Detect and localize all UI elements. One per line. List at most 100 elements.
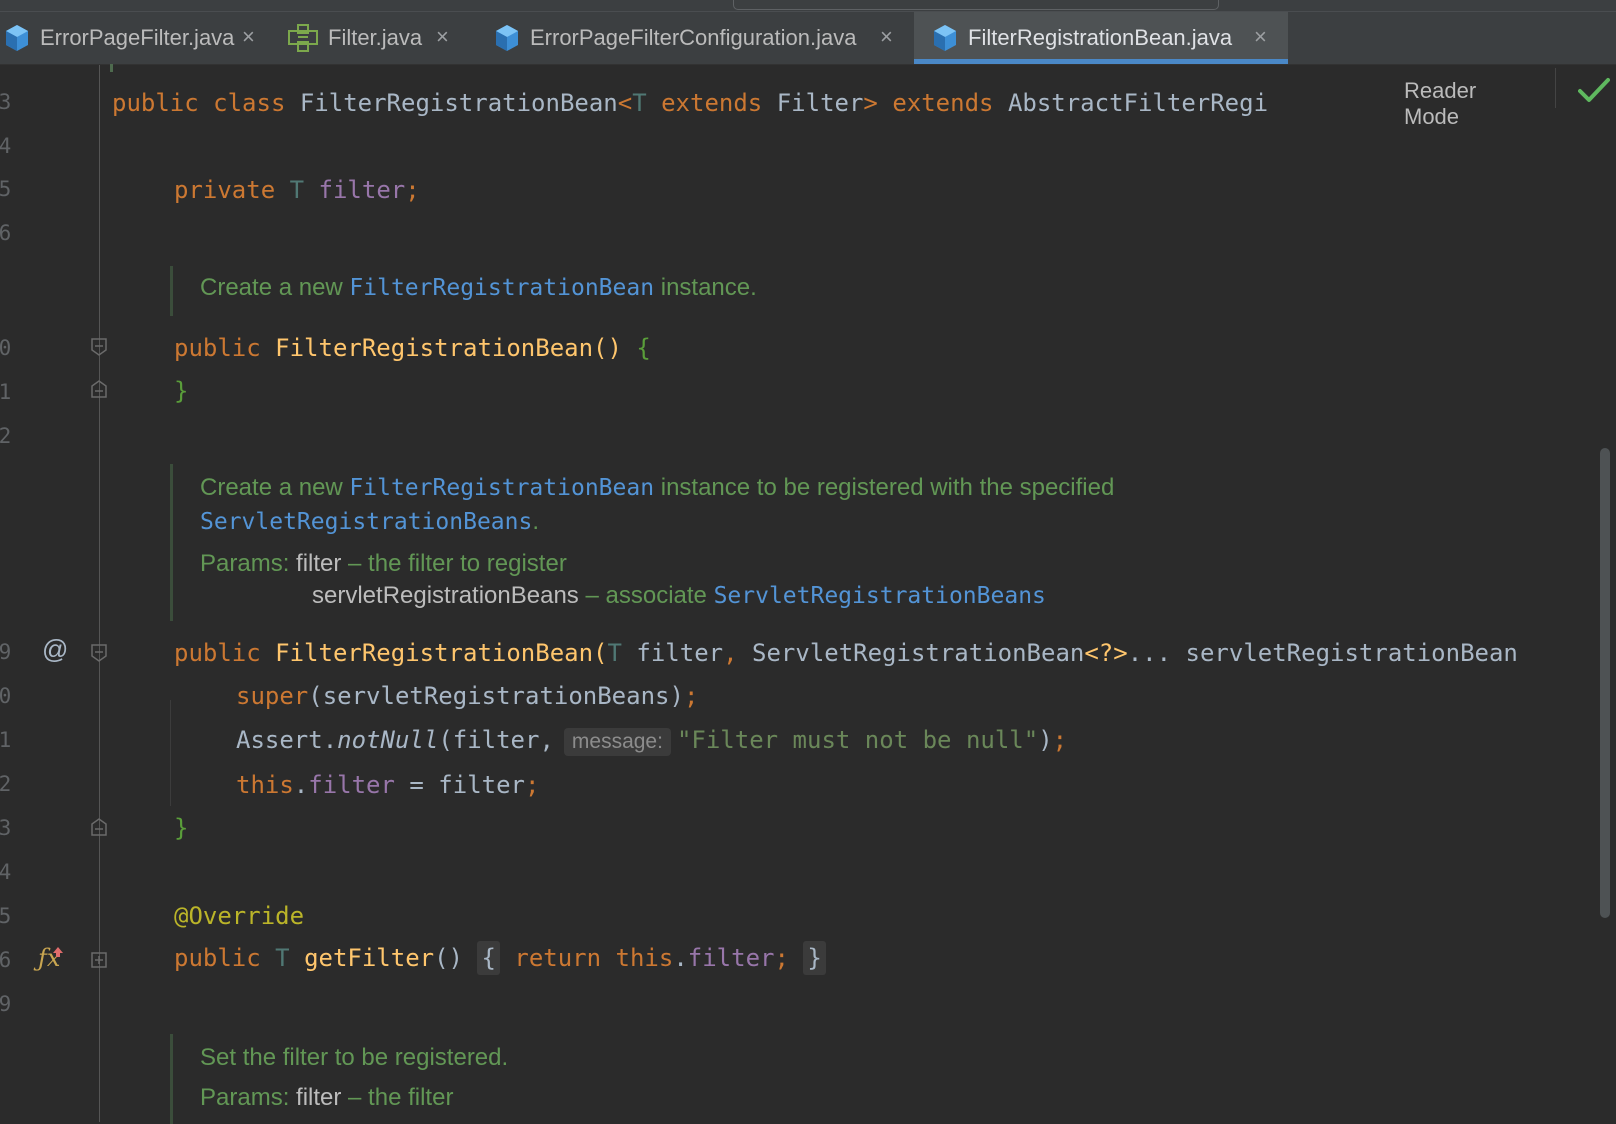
javadoc-constructor-default: Create a new FilterRegistrationBean inst… <box>170 266 1197 316</box>
doc-marker <box>110 64 113 72</box>
reader-mode-button[interactable]: Reader Mode <box>1328 66 1528 129</box>
semicolon: ; <box>774 944 789 972</box>
generic-close: > <box>863 89 878 117</box>
constructor-name: FilterRegistrationBean <box>275 334 594 362</box>
field-name: filter <box>318 176 406 204</box>
semicolon: ; <box>525 771 540 799</box>
assignment: = filter <box>394 771 525 799</box>
class-name: FilterRegistrationBean <box>299 89 618 117</box>
generic-wildcard: <?> <box>1084 639 1128 667</box>
editor-tab-bar: ErrorPageFilter.java × Filter.java × Err… <box>0 0 1616 65</box>
doc-text: instance to be registered with the speci… <box>654 474 1115 501</box>
fold-collapse-icon[interactable] <box>91 338 107 356</box>
type-param: T <box>607 639 622 667</box>
line-number: 62 <box>0 772 12 796</box>
doc-text: instance. <box>654 274 757 301</box>
parens: () <box>434 944 464 972</box>
code-line-62: this.filter = filter; <box>236 771 539 799</box>
folded-close-brace[interactable]: } <box>803 941 826 975</box>
semicolon: ; <box>683 682 699 710</box>
keyword: this <box>615 944 674 972</box>
fold-end-icon[interactable] <box>91 380 107 398</box>
check-icon[interactable] <box>1578 76 1610 104</box>
class-icon <box>496 25 518 51</box>
line-number: 65 <box>0 904 12 928</box>
constructor-name: FilterRegistrationBean <box>275 639 594 667</box>
params-label: Params: <box>200 550 290 577</box>
indent-guide <box>170 700 171 806</box>
up-arrow-icon <box>53 947 63 957</box>
line-number: 60 <box>0 684 12 708</box>
code-line-66: public T getFilter() { return this.filte… <box>174 941 826 975</box>
doc-text: Create a new <box>200 274 350 301</box>
doc-text: Set the filter to be registered. <box>200 1044 509 1071</box>
param-desc: – the filter to register <box>341 550 567 577</box>
close-brace: } <box>174 377 189 405</box>
toolbar-separator <box>1555 68 1556 108</box>
doc-text: . <box>532 508 540 535</box>
doc-link[interactable]: ServletRegistrationBeans <box>200 509 532 535</box>
code-line-51: } <box>174 377 188 405</box>
code-line-61: Assert.notNull(filter, message: "Filter mu… <box>236 726 1067 756</box>
line-number: 63 <box>0 816 12 840</box>
method-name: getFilter <box>304 944 435 972</box>
call-args: (servletRegistrationBeans) <box>308 682 684 710</box>
close-tab-icon[interactable]: × <box>436 24 449 50</box>
param-name: servletRegistrationBean <box>1185 639 1518 667</box>
folded-open-brace[interactable]: { <box>477 941 500 975</box>
dot: . <box>293 771 309 799</box>
keyword: extends <box>892 89 994 117</box>
tab-errorpagefilterconfiguration[interactable]: ErrorPageFilterConfiguration.java × <box>494 12 894 64</box>
comma: , <box>723 639 738 667</box>
code-line-43: public class FilterRegistrationBean<T ex… <box>112 89 1268 117</box>
parens: () <box>593 334 622 362</box>
type-param: T <box>275 944 290 972</box>
tab-label: ErrorPageFilter.java <box>40 25 235 50</box>
close-tab-icon[interactable]: × <box>880 24 893 50</box>
call-args: (filter, <box>438 726 554 754</box>
override-marker-icon[interactable]: @ <box>42 634 68 665</box>
vertical-scrollbar[interactable] <box>1600 448 1610 918</box>
code-editor[interactable]: public class FilterRegistrationBean<T ex… <box>0 0 1518 975</box>
type-param: T <box>632 89 647 117</box>
string-literal: "Filter must not be null" <box>676 726 1039 754</box>
param-name: servletRegistrationBeans <box>312 582 579 609</box>
tab-label: ErrorPageFilterConfiguration.java <box>530 25 857 50</box>
doc-link[interactable]: FilterRegistrationBean <box>349 475 654 501</box>
line-number: 66 <box>0 948 12 972</box>
interface-icon <box>288 24 318 52</box>
class-name: Assert <box>236 726 323 754</box>
method-name: notNull <box>337 726 439 754</box>
tab-filterregistrationbean[interactable]: FilterRegistrationBean.java × <box>914 12 1288 64</box>
code-line-45: private T filter; <box>174 176 420 204</box>
tab-filter[interactable]: Filter.java × <box>288 12 468 64</box>
search-field-edge[interactable] <box>733 0 1219 10</box>
code-line-59: public FilterRegistrationBean(T filter, … <box>174 639 1518 667</box>
param-name: filter <box>636 639 724 667</box>
keyword: private <box>174 176 276 204</box>
fold-collapse-icon[interactable] <box>91 644 107 662</box>
keyword: public <box>174 639 261 667</box>
param-name: filter <box>296 1084 342 1111</box>
doc-link[interactable]: FilterRegistrationBean <box>349 275 654 301</box>
class-icon <box>934 25 956 51</box>
fold-end-icon[interactable] <box>91 818 107 836</box>
close-tab-icon[interactable]: × <box>1254 24 1267 50</box>
close-tab-icon[interactable]: × <box>242 24 255 50</box>
code-line-50: public FilterRegistrationBean() { <box>174 334 651 362</box>
bound-type: Filter <box>776 89 864 117</box>
generic-open: < <box>617 89 633 117</box>
params-label: Params: <box>200 1084 290 1111</box>
keyword: return <box>514 944 602 972</box>
tab-errorpagefilter[interactable]: ErrorPageFilter.java × <box>0 12 272 64</box>
doc-link[interactable]: ServletRegistrationBeans <box>714 583 1046 609</box>
code-line-63: } <box>174 814 188 842</box>
field-name: filter <box>687 944 775 972</box>
parameter-hint: message: <box>563 728 671 756</box>
varargs: ... <box>1127 639 1172 667</box>
annotation: @Override <box>174 902 305 930</box>
javadoc-setfilter: Set the filter to be registered. Params:… <box>170 1034 997 1124</box>
window-top-strip <box>0 0 1616 12</box>
fold-expand-icon[interactable] <box>91 952 107 970</box>
param-name: filter <box>296 550 342 577</box>
